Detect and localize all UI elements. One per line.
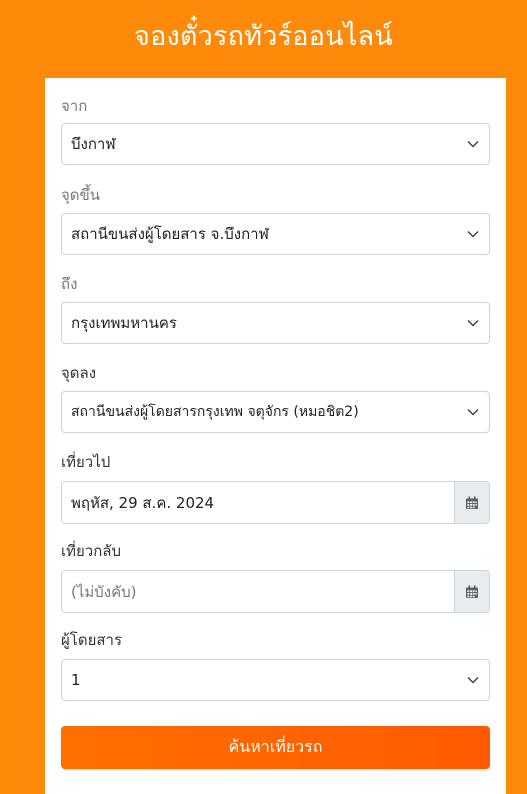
dropoff-select[interactable]: สถานีขนส่งผู้โดยสารกรุงเทพ จตุจักร (หมอช… [61,391,490,433]
return-date-group [61,570,490,613]
dropoff-select-value: สถานีขนส่งผู้โดยสารกรุงเทพ จตุจักร (หมอช… [71,404,359,420]
chevron-down-icon [467,319,479,327]
calendar-icon [466,585,478,598]
passengers-label: ผู้โดยสาร [61,631,123,649]
to-select[interactable]: กรุงเทพมหานคร [61,302,490,344]
to-label: ถึง [61,275,78,293]
search-trips-button[interactable]: ค้นหาเที่ยวรถ [61,726,490,769]
depart-date-input[interactable] [62,482,454,523]
passengers-select[interactable]: 1 [61,659,490,701]
depart-label: เที่ยวไป [61,453,111,471]
passengers-select-value: 1 [71,671,81,689]
chevron-down-icon [467,140,479,148]
chevron-down-icon [467,676,479,684]
return-label: เที่ยวกลับ [61,542,122,560]
chevron-down-icon [467,408,479,416]
dropoff-label: จุดลง [61,364,97,382]
pickup-select[interactable]: สถานีขนส่งผู้โดยสาร จ.บึงกาฬ [61,213,490,255]
return-calendar-button[interactable] [454,571,489,612]
from-select-value: บึงกาฬ [71,135,116,153]
calendar-icon [466,496,478,509]
to-select-value: กรุงเทพมหานคร [71,314,177,332]
booking-form-card: จาก บึงกาฬ จุดขึ้น สถานีขนส่งผู้โดยสาร จ… [45,78,506,794]
return-date-input[interactable] [62,571,454,612]
from-select[interactable]: บึงกาฬ [61,123,490,165]
page-title: จองตั๋วรถทัวร์ออนไลน์ [134,21,393,52]
chevron-down-icon [467,230,479,238]
from-label: จาก [61,97,88,115]
depart-calendar-button[interactable] [454,482,489,523]
depart-date-group [61,481,490,524]
pickup-select-value: สถานีขนส่งผู้โดยสาร จ.บึงกาฬ [71,225,269,243]
pickup-label: จุดขึ้น [61,186,101,204]
